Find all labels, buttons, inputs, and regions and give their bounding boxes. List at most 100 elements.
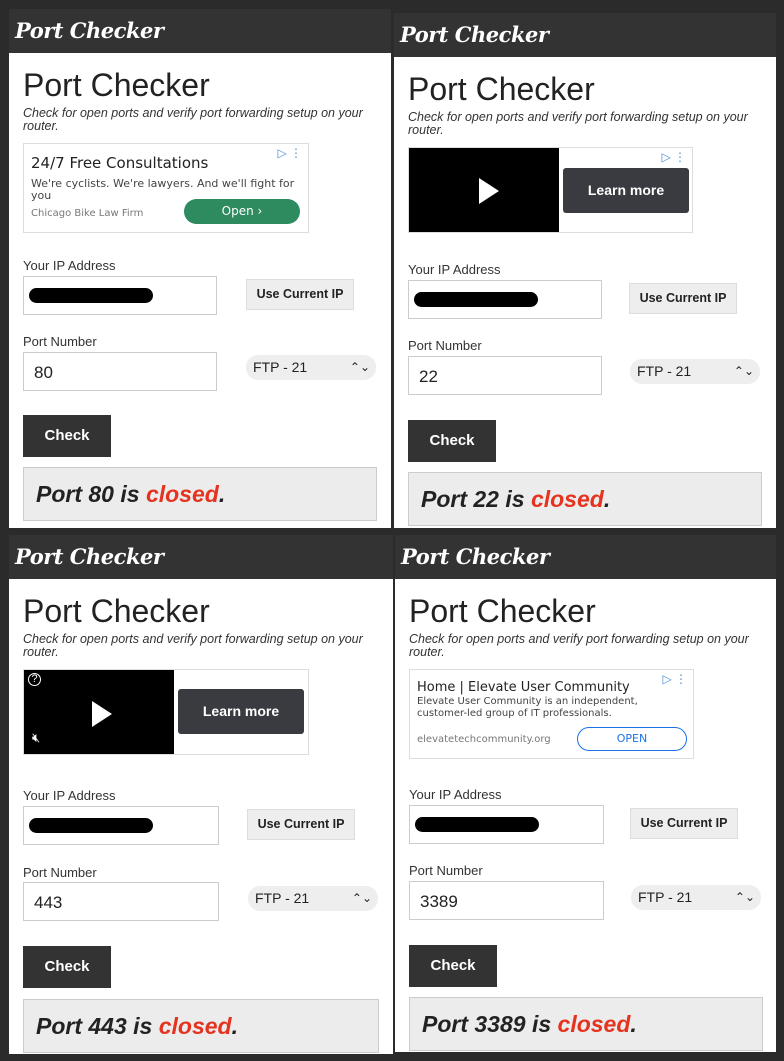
page-subtitle: Check for open ports and verify port for… <box>408 110 748 137</box>
result-port: 80 <box>88 481 114 507</box>
use-current-ip-button[interactable]: Use Current IP <box>630 808 738 839</box>
chevron-updown-icon: ⌃⌄ <box>351 891 372 905</box>
use-current-ip-button[interactable]: Use Current IP <box>247 809 355 840</box>
ip-address-input[interactable] <box>409 805 604 844</box>
ip-address-input[interactable] <box>408 280 602 319</box>
redacted-ip <box>29 288 153 303</box>
result-period: . <box>218 481 226 507</box>
port-preset-select[interactable]: FTP - 21 ⌃⌄ <box>631 885 761 910</box>
check-button[interactable]: Check <box>409 945 497 987</box>
result-box: Port 22 is closed. <box>408 472 762 526</box>
check-button[interactable]: Check <box>23 415 111 457</box>
ad-open-button[interactable]: OPEN <box>577 727 687 751</box>
use-current-ip-button[interactable]: Use Current IP <box>246 279 354 310</box>
use-current-ip-button[interactable]: Use Current IP <box>629 283 737 314</box>
port-value: 443 <box>34 893 63 912</box>
ad-source: Chicago Bike Law Firm <box>31 208 144 219</box>
ad-banner[interactable]: ▷ ⋮ 24/7 Free Consultations We're cyclis… <box>23 143 309 233</box>
port-value: 3389 <box>420 892 458 911</box>
site-logo[interactable]: Port Checker <box>394 13 776 57</box>
result-status: closed <box>158 1013 232 1039</box>
port-number-input[interactable]: 3389 <box>409 881 604 920</box>
port-preset-select[interactable]: FTP - 21 ⌃⌄ <box>630 359 760 384</box>
port-number-input[interactable]: 443 <box>23 882 219 921</box>
result-port: 3389 <box>474 1011 526 1037</box>
result-prefix: Port <box>421 486 474 512</box>
play-icon[interactable] <box>479 178 499 204</box>
redacted-ip <box>29 818 153 833</box>
site-logo[interactable]: Port Checker <box>395 535 776 579</box>
port-checker-panel-4: Port Checker Port Checker Check for open… <box>395 535 776 1052</box>
result-period: . <box>603 486 611 512</box>
result-port: 443 <box>88 1013 127 1039</box>
chevron-updown-icon: ⌃⌄ <box>734 890 755 904</box>
ip-address-input[interactable] <box>23 806 219 845</box>
site-logo[interactable]: Port Checker <box>9 9 391 53</box>
result-status: closed <box>530 486 604 512</box>
port-value: 22 <box>419 367 438 386</box>
ad-video[interactable]: ? 🔇︎ <box>24 670 174 754</box>
page-subtitle: Check for open ports and verify port for… <box>23 632 363 659</box>
result-box: Port 443 is closed. <box>23 999 379 1053</box>
video-ad[interactable]: ? 🔇︎ Learn more <box>23 669 309 755</box>
select-value: FTP - 21 <box>637 363 692 379</box>
result-middle: is <box>498 486 531 512</box>
video-ad[interactable]: ▷ ⋮ Learn more <box>408 147 693 233</box>
result-prefix: Port <box>36 481 89 507</box>
info-icon[interactable]: ? <box>28 673 41 686</box>
result-middle: is <box>126 1013 159 1039</box>
ad-headline[interactable]: Home | Elevate User Community <box>417 680 630 695</box>
ad-source: elevatetechcommunity.org <box>417 734 551 745</box>
port-number-input[interactable]: 80 <box>23 352 217 391</box>
check-button[interactable]: Check <box>23 946 111 988</box>
port-checker-panel-2: Port Checker Port Checker Check for open… <box>394 13 776 528</box>
port-label: Port Number <box>409 863 483 878</box>
chevron-updown-icon: ⌃⌄ <box>349 360 370 374</box>
ip-address-input[interactable] <box>23 276 217 315</box>
result-box: Port 80 is closed. <box>23 467 377 521</box>
port-value: 80 <box>34 363 53 382</box>
select-value: FTP - 21 <box>253 359 308 375</box>
adchoices-icon[interactable]: ▷ ⋮ <box>661 150 686 164</box>
page-title: Port Checker <box>23 593 210 629</box>
redacted-ip <box>415 817 539 832</box>
adchoices-icon[interactable]: ▷ ⋮ <box>277 146 302 160</box>
page-subtitle: Check for open ports and verify port for… <box>409 632 749 659</box>
check-button[interactable]: Check <box>408 420 496 462</box>
mute-icon[interactable]: 🔇︎ <box>32 730 40 746</box>
port-label: Port Number <box>408 338 482 353</box>
site-logo[interactable]: Port Checker <box>9 535 393 579</box>
page-title: Port Checker <box>408 71 595 107</box>
ip-label: Your IP Address <box>23 258 116 273</box>
ad-description: Elevate User Community is an independent… <box>417 696 638 719</box>
port-number-input[interactable]: 22 <box>408 356 602 395</box>
result-prefix: Port <box>422 1011 475 1037</box>
port-preset-select[interactable]: FTP - 21 ⌃⌄ <box>248 886 378 911</box>
result-status: closed <box>557 1011 631 1037</box>
ip-label: Your IP Address <box>23 788 116 803</box>
learn-more-button[interactable]: Learn more <box>178 689 304 734</box>
ip-label: Your IP Address <box>409 787 502 802</box>
result-status: closed <box>145 481 219 507</box>
ip-label: Your IP Address <box>408 262 501 277</box>
learn-more-button[interactable]: Learn more <box>563 168 689 213</box>
result-period: . <box>630 1011 637 1037</box>
ad-headline[interactable]: 24/7 Free Consultations <box>31 154 208 172</box>
result-port: 22 <box>473 486 499 512</box>
port-preset-select[interactable]: FTP - 21 ⌃⌄ <box>246 355 376 380</box>
ad-video[interactable] <box>409 148 559 232</box>
select-value: FTP - 21 <box>638 889 693 905</box>
play-icon[interactable] <box>92 701 112 727</box>
ad-banner[interactable]: ▷ ⋮ Home | Elevate User Community Elevat… <box>409 669 694 759</box>
ad-open-button[interactable]: Open › <box>184 199 300 224</box>
select-value: FTP - 21 <box>255 890 310 906</box>
result-middle: is <box>525 1011 558 1037</box>
page-subtitle: Check for open ports and verify port for… <box>23 106 363 133</box>
port-checker-panel-3: Port Checker Port Checker Check for open… <box>9 535 393 1054</box>
result-prefix: Port <box>36 1013 89 1039</box>
redacted-ip <box>414 292 538 307</box>
adchoices-icon[interactable]: ▷ ⋮ <box>662 672 687 686</box>
page-title: Port Checker <box>23 67 210 103</box>
result-period: . <box>231 1013 238 1039</box>
result-middle: is <box>113 481 146 507</box>
